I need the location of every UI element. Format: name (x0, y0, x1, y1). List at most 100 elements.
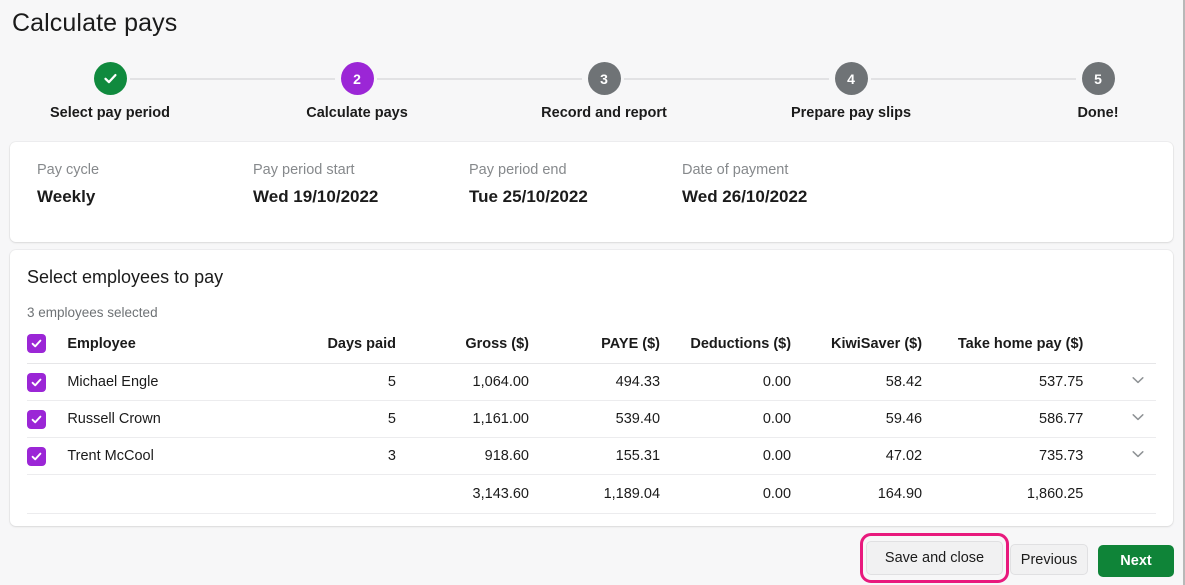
cell-kiwisaver: 59.46 (793, 400, 925, 438)
stepper-label-5: Done! (1077, 105, 1119, 121)
expand-row-button[interactable] (1085, 363, 1156, 401)
table-totals-row: 3,143.60 1,189.04 0.00 164.90 1,860.25 (27, 474, 1156, 514)
summary-label: Pay cycle (37, 162, 100, 178)
selected-count-text: 3 employees selected (27, 305, 158, 320)
column-header-paye: PAYE ($) (530, 334, 663, 364)
summary-cell-pay-period-start: Pay period start Wed 19/10/2022 (253, 162, 378, 207)
stepper-label-1: Select pay period (49, 105, 171, 121)
cell-days-paid: 3 (299, 437, 400, 475)
cell-gross: 918.60 (399, 437, 531, 475)
step-number-badge: 4 (834, 62, 868, 95)
summary-cell-pay-period-end: Pay period end Tue 25/10/2022 (469, 162, 588, 207)
summary-value: Tue 25/10/2022 (469, 187, 588, 206)
totals-paye: 1,189.04 (530, 474, 663, 514)
column-header-days-paid: Days paid (299, 334, 400, 364)
cell-kiwisaver: 47.02 (793, 437, 925, 475)
summary-cell-pay-cycle: Pay cycle Weekly (37, 162, 99, 207)
cell-take-home-pay: 586.77 (924, 400, 1086, 438)
cell-take-home-pay: 537.75 (924, 363, 1086, 401)
step-number: 2 (353, 70, 361, 87)
cell-deductions: 0.00 (662, 437, 794, 475)
cell-gross: 1,064.00 (399, 363, 531, 401)
totals-days (299, 474, 400, 514)
cell-take-home-pay: 735.73 (924, 437, 1086, 475)
stepper-step-2[interactable]: 2 Calculate pays (267, 62, 447, 121)
expand-row-button[interactable] (1085, 437, 1156, 475)
stepper-step-1[interactable]: Select pay period (20, 62, 200, 121)
progress-stepper: Select pay period 2 Calculate pays 3 Rec… (10, 62, 1173, 132)
stepper-step-3[interactable]: 3 Record and report (514, 62, 694, 121)
cell-employee-name: Russell Crown (67, 400, 300, 438)
totals-kiwisaver: 164.90 (793, 474, 925, 514)
step-number: 4 (847, 70, 855, 87)
stepper-label-2: Calculate pays (306, 105, 408, 121)
table-header-row: Employee Days paid Gross ($) PAYE ($) De… (27, 334, 1156, 364)
row-checkbox-cell[interactable] (27, 363, 68, 401)
cell-employee-name: Michael Engle (67, 363, 300, 401)
table-row: Trent McCool 3 918.60 155.31 0.00 47.02 … (27, 437, 1156, 475)
section-title: Select employees to pay (27, 267, 224, 287)
totals-spacer (1085, 474, 1156, 514)
column-header-employee: Employee (67, 334, 300, 364)
select-employees-card: Select employees to pay 3 employees sele… (10, 250, 1173, 526)
table-row: Russell Crown 5 1,161.00 539.40 0.00 59.… (27, 400, 1156, 438)
table-row: Michael Engle 5 1,064.00 494.33 0.00 58.… (27, 363, 1156, 401)
cell-gross: 1,161.00 (399, 400, 531, 438)
pay-period-summary-card: Pay cycle Weekly Pay period start Wed 19… (10, 142, 1173, 242)
stepper-step-4[interactable]: 4 Prepare pay slips (761, 62, 941, 121)
cell-days-paid: 5 (299, 363, 400, 401)
chevron-down-icon[interactable] (1130, 446, 1146, 462)
select-all-checkbox-cell[interactable] (27, 334, 68, 364)
row-checkbox-cell[interactable] (27, 400, 68, 438)
checkbox-checked-icon[interactable] (27, 409, 46, 429)
chevron-down-icon[interactable] (1130, 372, 1146, 388)
summary-value: Wed 19/10/2022 (253, 187, 379, 206)
previous-button[interactable]: Previous (1010, 544, 1088, 575)
check-icon (93, 62, 127, 95)
checkbox-checked-icon[interactable] (27, 372, 46, 392)
calculate-pays-page: Calculate pays Select pay period 2 Calcu… (0, 0, 1185, 585)
stepper-label-4: Prepare pay slips (790, 105, 912, 121)
summary-label: Date of payment (682, 162, 789, 178)
summary-label: Pay period start (253, 162, 355, 178)
totals-gross: 3,143.60 (399, 474, 531, 514)
summary-label: Pay period end (469, 162, 567, 178)
save-and-close-button[interactable]: Save and close (866, 541, 1003, 575)
step-number-badge: 2 (340, 62, 374, 95)
totals-name (67, 474, 300, 514)
step-number-badge: 5 (1081, 62, 1115, 95)
cell-employee-name: Trent McCool (67, 437, 300, 475)
expand-row-button[interactable] (1085, 400, 1156, 438)
checkbox-checked-icon[interactable] (27, 334, 46, 353)
summary-value: Wed 26/10/2022 (682, 187, 808, 206)
step-number: 5 (1094, 70, 1102, 87)
cell-deductions: 0.00 (662, 400, 794, 438)
totals-take-home-pay: 1,860.25 (924, 474, 1086, 514)
step-number-badge: 3 (587, 62, 621, 95)
employees-table: Employee Days paid Gross ($) PAYE ($) De… (27, 334, 1156, 514)
step-number: 3 (600, 70, 608, 87)
row-checkbox-cell[interactable] (27, 437, 68, 475)
totals-deductions: 0.00 (662, 474, 794, 514)
next-button[interactable]: Next (1098, 545, 1174, 577)
column-header-kiwisaver: KiwiSaver ($) (793, 334, 925, 364)
stepper-connector-line (871, 78, 1076, 80)
column-header-gross: Gross ($) (399, 334, 531, 364)
stepper-connector-line (377, 78, 582, 80)
stepper-connector-line (130, 78, 335, 80)
column-header-expand (1085, 334, 1156, 364)
stepper-label-3: Record and report (541, 105, 667, 121)
stepper-step-5[interactable]: 5 Done! (1008, 62, 1185, 121)
cell-kiwisaver: 58.42 (793, 363, 925, 401)
stepper-connector-line (624, 78, 829, 80)
page-title: Calculate pays (12, 9, 178, 37)
checkbox-checked-icon[interactable] (27, 446, 46, 466)
cell-paye: 155.31 (530, 437, 663, 475)
column-header-deductions: Deductions ($) (662, 334, 794, 364)
summary-value: Weekly (37, 187, 96, 206)
column-header-take-home-pay: Take home pay ($) (924, 334, 1086, 364)
summary-cell-date-of-payment: Date of payment Wed 26/10/2022 (682, 162, 807, 207)
cell-paye: 494.33 (530, 363, 663, 401)
cell-paye: 539.40 (530, 400, 663, 438)
chevron-down-icon[interactable] (1130, 409, 1146, 425)
